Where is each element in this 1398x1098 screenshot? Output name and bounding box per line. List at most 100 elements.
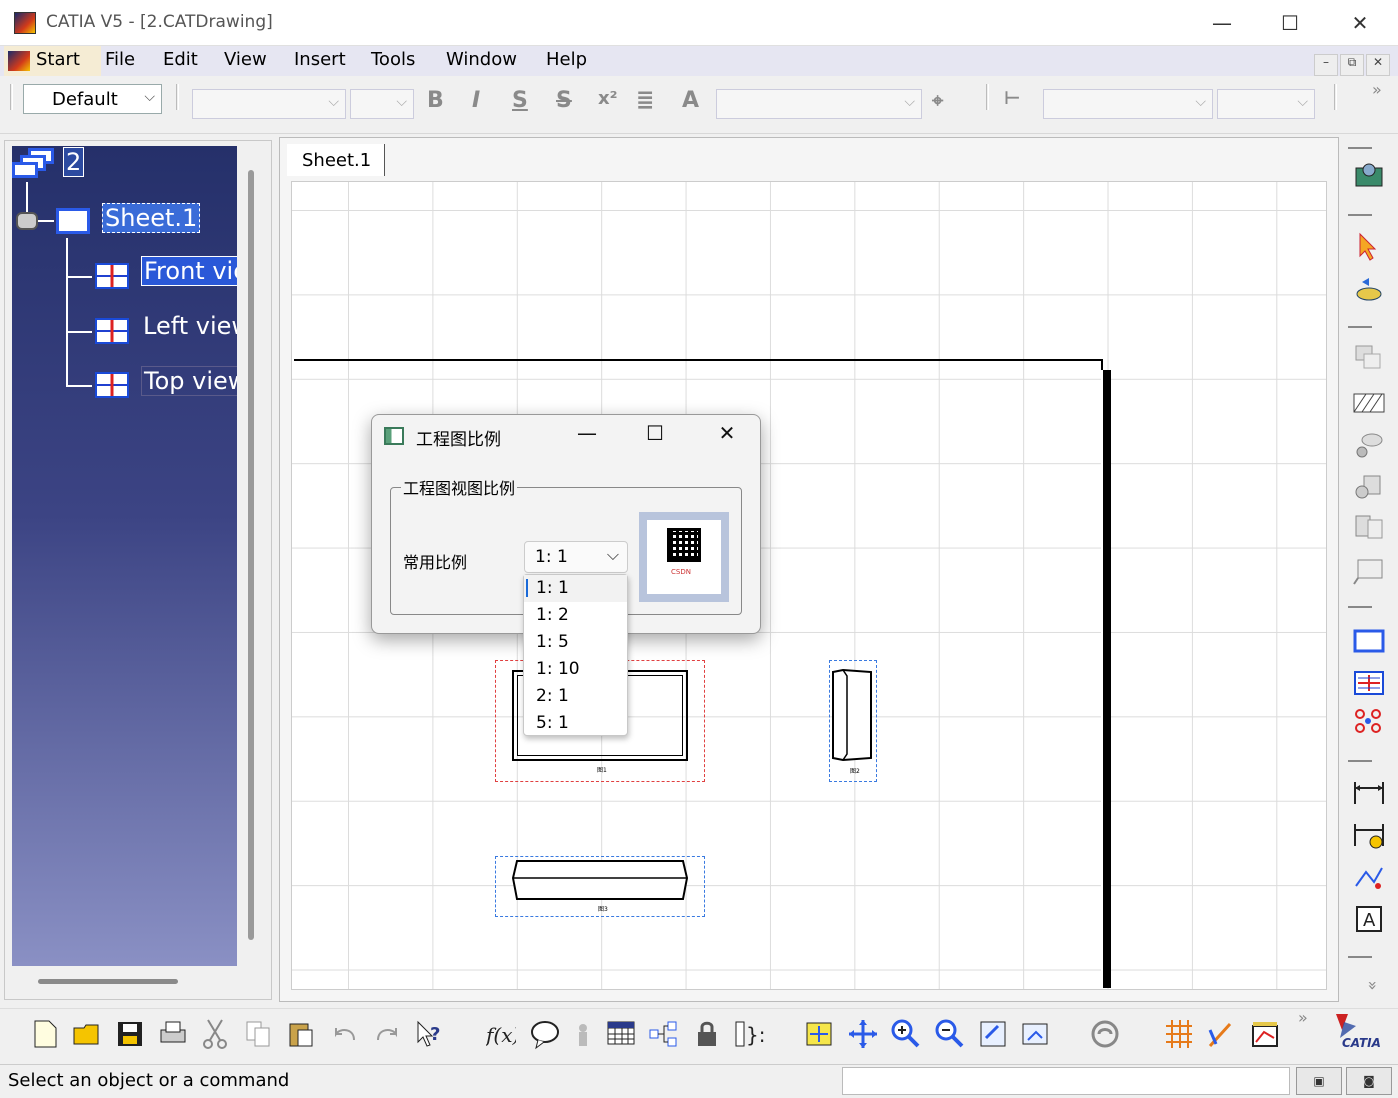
scale-option[interactable]: 2: 1 bbox=[524, 683, 627, 710]
undo-icon[interactable] bbox=[330, 1018, 360, 1050]
formula-icon[interactable]: f(x) bbox=[486, 1018, 516, 1050]
doc-close-button[interactable]: ✕ bbox=[1366, 54, 1390, 76]
wizard-icon[interactable] bbox=[1352, 556, 1386, 586]
tree-view-top[interactable]: Top view bbox=[141, 366, 237, 396]
toolbar-overflow-icon[interactable]: » bbox=[1363, 981, 1382, 991]
redo-icon[interactable] bbox=[372, 1018, 402, 1050]
font-size-combo[interactable]: ⌵ bbox=[350, 89, 414, 119]
italic-button[interactable]: I bbox=[472, 88, 480, 113]
broken-view-icon[interactable] bbox=[1352, 512, 1386, 542]
tree-sheet-label[interactable]: Sheet.1 bbox=[102, 203, 201, 233]
menu-window[interactable]: Window bbox=[446, 49, 517, 70]
details-icon[interactable] bbox=[1352, 430, 1386, 460]
dimension-style-icon[interactable]: ⊢ bbox=[1004, 88, 1020, 109]
open-folder-icon[interactable] bbox=[72, 1018, 102, 1050]
cut-icon[interactable] bbox=[200, 1018, 230, 1050]
anchor-point-icon[interactable]: ⌖ bbox=[932, 88, 943, 112]
annotations-icon[interactable] bbox=[1352, 862, 1386, 892]
drafting-workbench-icon[interactable] bbox=[1352, 160, 1386, 190]
paste-icon[interactable] bbox=[286, 1018, 316, 1050]
select-arrow-icon[interactable] bbox=[1352, 232, 1386, 262]
close-button[interactable]: ✕ bbox=[1340, 8, 1380, 38]
tolerance-combo[interactable]: ⌵ bbox=[1043, 89, 1213, 119]
fit-all-in-icon[interactable] bbox=[804, 1018, 834, 1050]
scale-option[interactable]: 1: 10 bbox=[524, 656, 627, 683]
status-button-2[interactable]: ◙ bbox=[1346, 1067, 1392, 1095]
grid-icon[interactable] bbox=[1164, 1018, 1194, 1050]
menu-edit[interactable]: Edit bbox=[163, 49, 198, 70]
dialog-maximize-button[interactable]: ☐ bbox=[640, 421, 670, 445]
menu-file[interactable]: File bbox=[105, 49, 135, 70]
font-combo[interactable]: ⌵ bbox=[192, 89, 346, 119]
underline-button[interactable]: S bbox=[512, 88, 528, 113]
tree-vertical-scrollbar[interactable] bbox=[248, 170, 254, 940]
text-icon[interactable]: A bbox=[1352, 904, 1386, 934]
strikethrough-button[interactable]: S bbox=[556, 88, 572, 113]
style-combo[interactable]: Default ⌵ bbox=[23, 84, 162, 114]
menu-start[interactable]: Start bbox=[4, 46, 101, 76]
new-sheet-icon[interactable] bbox=[1352, 626, 1386, 656]
update-icon[interactable] bbox=[1352, 276, 1386, 306]
dimension-generation-icon[interactable] bbox=[1352, 820, 1386, 850]
zoom-out-icon[interactable] bbox=[934, 1018, 964, 1050]
projections-icon[interactable] bbox=[1352, 342, 1386, 372]
command-input[interactable] bbox=[842, 1067, 1290, 1095]
snap-to-point-icon[interactable] bbox=[1206, 1018, 1236, 1050]
dialog-minimize-button[interactable]: — bbox=[572, 421, 602, 445]
scale-option[interactable]: 1: 1 bbox=[524, 575, 627, 602]
new-view-icon[interactable] bbox=[1352, 668, 1386, 698]
tree-view-front[interactable]: Front view bbox=[141, 256, 237, 286]
status-button-1[interactable]: ▣ bbox=[1296, 1067, 1342, 1095]
toolbar-overflow-icon[interactable]: » bbox=[1298, 1008, 1308, 1027]
text-properties-button[interactable]: A bbox=[682, 88, 699, 113]
dimensions-icon[interactable] bbox=[1352, 778, 1386, 808]
drawing-root-icon[interactable] bbox=[12, 146, 56, 182]
precision-combo[interactable]: ⌵ bbox=[1217, 89, 1315, 119]
tree-structure-icon[interactable] bbox=[648, 1018, 678, 1050]
doc-restore-button[interactable]: ⧉ bbox=[1340, 54, 1364, 76]
print-icon[interactable] bbox=[158, 1018, 188, 1050]
copy-icon[interactable] bbox=[243, 1018, 273, 1050]
normal-view-icon[interactable] bbox=[978, 1018, 1008, 1050]
text-frame-combo[interactable]: ⌵ bbox=[716, 89, 922, 119]
new-document-icon[interactable] bbox=[30, 1018, 60, 1050]
scale-select[interactable]: 1: 1 ⌵ bbox=[524, 541, 628, 573]
sections-icon[interactable] bbox=[1352, 388, 1386, 418]
superscript-button[interactable]: x² bbox=[598, 88, 618, 109]
minimize-button[interactable]: — bbox=[1202, 8, 1242, 38]
menu-tools[interactable]: Tools bbox=[371, 49, 415, 70]
scale-option[interactable]: 5: 1 bbox=[524, 710, 627, 737]
menu-insert[interactable]: Insert bbox=[294, 49, 346, 70]
analysis-display-mode-icon[interactable] bbox=[1250, 1018, 1280, 1050]
tab-sheet-1[interactable]: Sheet.1 bbox=[287, 144, 385, 176]
tree-root-label[interactable]: 2 bbox=[63, 147, 85, 177]
bold-button[interactable]: B bbox=[427, 88, 444, 113]
parameters-icon[interactable] bbox=[568, 1018, 598, 1050]
clippings-icon[interactable] bbox=[1352, 472, 1386, 502]
instantiate-2d-component-icon[interactable] bbox=[1352, 706, 1386, 736]
menu-help[interactable]: Help bbox=[546, 49, 587, 70]
table-icon[interactable] bbox=[606, 1018, 636, 1050]
scale-option[interactable]: 1: 5 bbox=[524, 629, 627, 656]
collapse-toggle-icon[interactable] bbox=[16, 212, 38, 230]
sheet-background-icon[interactable] bbox=[1020, 1018, 1050, 1050]
menu-view[interactable]: View bbox=[224, 49, 267, 70]
sheet-icon bbox=[56, 208, 90, 234]
knowledge-advisor-icon[interactable] bbox=[530, 1018, 560, 1050]
pan-icon[interactable] bbox=[848, 1018, 878, 1050]
lock-icon[interactable] bbox=[692, 1018, 722, 1050]
doc-minimize-button[interactable]: – bbox=[1314, 54, 1338, 76]
brace-list-icon[interactable]: }: bbox=[734, 1018, 764, 1050]
align-lines-icon[interactable]: ≣ bbox=[636, 88, 654, 113]
swap-visible-space-icon[interactable] bbox=[1090, 1018, 1120, 1050]
maximize-button[interactable]: ☐ bbox=[1270, 8, 1310, 38]
dialog-close-button[interactable]: ✕ bbox=[712, 421, 742, 445]
whats-this-help-icon[interactable]: ? bbox=[414, 1018, 444, 1050]
zoom-in-icon[interactable] bbox=[890, 1018, 920, 1050]
tree-view-left[interactable]: Left view bbox=[143, 312, 237, 340]
scale-option[interactable]: 1: 2 bbox=[524, 602, 627, 629]
tree-horizontal-scrollbar[interactable] bbox=[38, 979, 178, 984]
toolbar-separator bbox=[1348, 956, 1372, 958]
toolbar-overflow-icon[interactable]: » bbox=[1372, 80, 1382, 99]
save-icon[interactable] bbox=[115, 1018, 145, 1050]
